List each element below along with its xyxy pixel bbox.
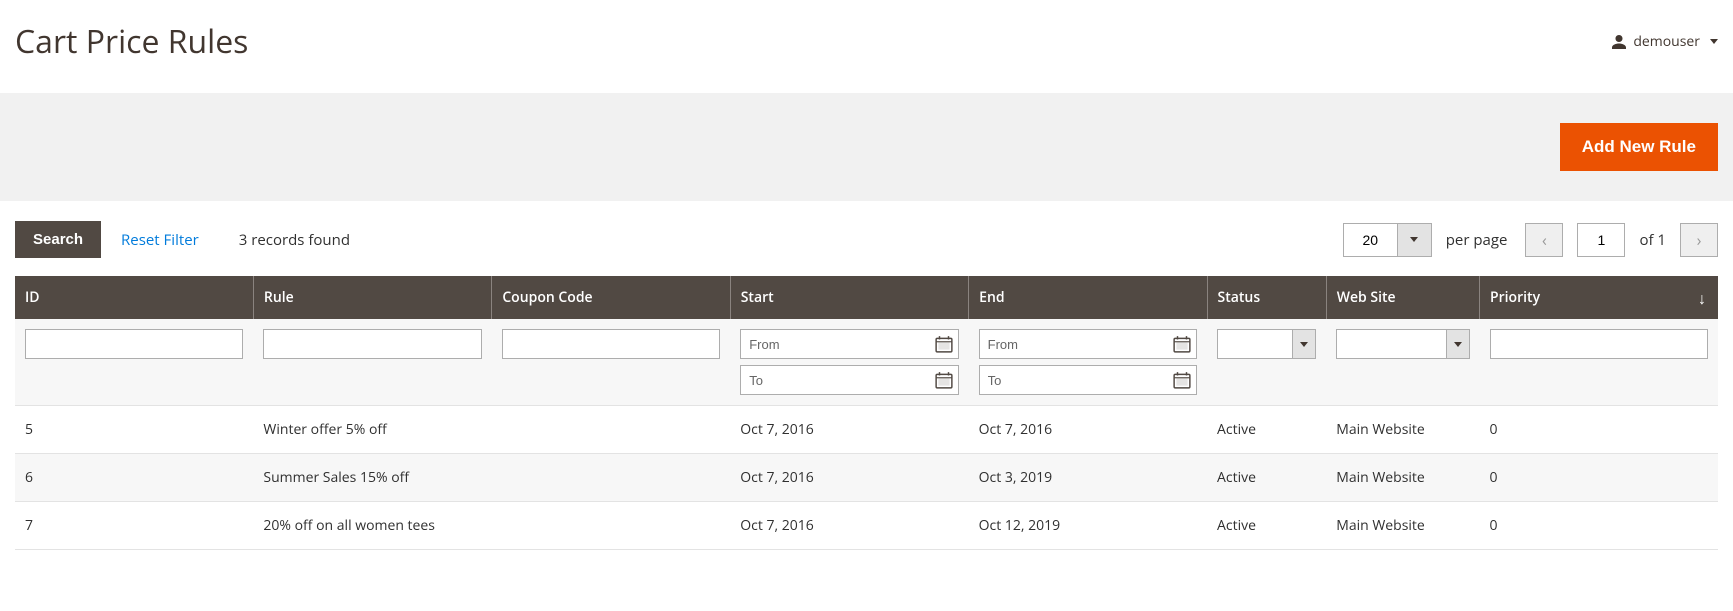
filter-row bbox=[15, 319, 1718, 406]
chevron-left-icon: ‹ bbox=[1542, 229, 1547, 251]
action-panel: Add New Rule bbox=[0, 93, 1733, 201]
col-header-rule[interactable]: Rule bbox=[253, 276, 491, 319]
filter-id-input[interactable] bbox=[25, 329, 243, 359]
filter-coupon-input[interactable] bbox=[502, 329, 720, 359]
cell-priority: 0 bbox=[1480, 454, 1719, 502]
filter-rule-input[interactable] bbox=[263, 329, 481, 359]
per-page-dropdown[interactable] bbox=[1398, 223, 1432, 257]
pager: ‹ of 1 › bbox=[1525, 223, 1718, 257]
pager-page-input[interactable] bbox=[1577, 223, 1625, 257]
caret-down-icon bbox=[1410, 237, 1418, 242]
pager-next-button[interactable]: › bbox=[1680, 223, 1718, 257]
table-row[interactable]: 6 Summer Sales 15% off Oct 7, 2016 Oct 3… bbox=[15, 454, 1718, 502]
records-found-label: 3 records found bbox=[239, 230, 350, 250]
filter-start-from-input[interactable] bbox=[740, 329, 958, 359]
col-header-priority[interactable]: Priority ↓ bbox=[1480, 276, 1719, 319]
cell-start: Oct 7, 2016 bbox=[730, 406, 968, 454]
col-header-end[interactable]: End bbox=[969, 276, 1207, 319]
filter-status-select[interactable] bbox=[1217, 329, 1316, 359]
cell-coupon bbox=[492, 502, 730, 550]
chevron-right-icon: › bbox=[1697, 229, 1702, 251]
filter-end-to-input[interactable] bbox=[979, 365, 1197, 395]
cell-id: 5 bbox=[15, 406, 253, 454]
sort-descending-icon: ↓ bbox=[1698, 287, 1706, 309]
cell-start: Oct 7, 2016 bbox=[730, 454, 968, 502]
cell-rule: Summer Sales 15% off bbox=[253, 454, 491, 502]
pager-of-label: of 1 bbox=[1639, 230, 1666, 250]
table-row[interactable]: 7 20% off on all women tees Oct 7, 2016 … bbox=[15, 502, 1718, 550]
header-row: ID Rule Coupon Code Start End Status Web… bbox=[15, 276, 1718, 319]
search-button[interactable]: Search bbox=[15, 221, 101, 258]
cell-start: Oct 7, 2016 bbox=[730, 502, 968, 550]
cell-id: 7 bbox=[15, 502, 253, 550]
col-header-coupon[interactable]: Coupon Code bbox=[492, 276, 730, 319]
col-header-start[interactable]: Start bbox=[730, 276, 968, 319]
cell-website: Main Website bbox=[1326, 406, 1479, 454]
caret-down-icon bbox=[1710, 39, 1718, 44]
table-row[interactable]: 5 Winter offer 5% off Oct 7, 2016 Oct 7,… bbox=[15, 406, 1718, 454]
filter-start-to-input[interactable] bbox=[740, 365, 958, 395]
col-header-status[interactable]: Status bbox=[1207, 276, 1326, 319]
col-header-id[interactable]: ID bbox=[15, 276, 253, 319]
add-new-rule-button[interactable]: Add New Rule bbox=[1560, 123, 1718, 171]
cell-end: Oct 3, 2019 bbox=[969, 454, 1207, 502]
col-header-website[interactable]: Web Site bbox=[1326, 276, 1479, 319]
user-name: demouser bbox=[1633, 32, 1700, 51]
pager-prev-button[interactable]: ‹ bbox=[1525, 223, 1563, 257]
cell-priority: 0 bbox=[1480, 502, 1719, 550]
cell-end: Oct 7, 2016 bbox=[969, 406, 1207, 454]
cell-coupon bbox=[492, 454, 730, 502]
filter-end-from-input[interactable] bbox=[979, 329, 1197, 359]
user-icon bbox=[1611, 34, 1627, 50]
page-title: Cart Price Rules bbox=[15, 20, 248, 63]
header-bar: Cart Price Rules demouser bbox=[0, 0, 1733, 93]
cell-website: Main Website bbox=[1326, 454, 1479, 502]
per-page-input[interactable] bbox=[1343, 223, 1398, 257]
user-menu[interactable]: demouser bbox=[1611, 32, 1718, 51]
per-page-group: per page bbox=[1343, 223, 1508, 257]
cell-status: Active bbox=[1207, 406, 1326, 454]
grid-toolbar: Search Reset Filter 3 records found per … bbox=[0, 201, 1733, 276]
per-page-label: per page bbox=[1446, 230, 1508, 250]
filter-priority-input[interactable] bbox=[1490, 329, 1709, 359]
cell-rule: 20% off on all women tees bbox=[253, 502, 491, 550]
rules-grid: ID Rule Coupon Code Start End Status Web… bbox=[15, 276, 1718, 550]
cell-rule: Winter offer 5% off bbox=[253, 406, 491, 454]
filter-website-select[interactable] bbox=[1336, 329, 1469, 359]
reset-filter-link[interactable]: Reset Filter bbox=[121, 230, 199, 250]
cell-status: Active bbox=[1207, 502, 1326, 550]
cell-priority: 0 bbox=[1480, 406, 1719, 454]
cell-website: Main Website bbox=[1326, 502, 1479, 550]
cell-end: Oct 12, 2019 bbox=[969, 502, 1207, 550]
cell-coupon bbox=[492, 406, 730, 454]
cell-status: Active bbox=[1207, 454, 1326, 502]
cell-id: 6 bbox=[15, 454, 253, 502]
